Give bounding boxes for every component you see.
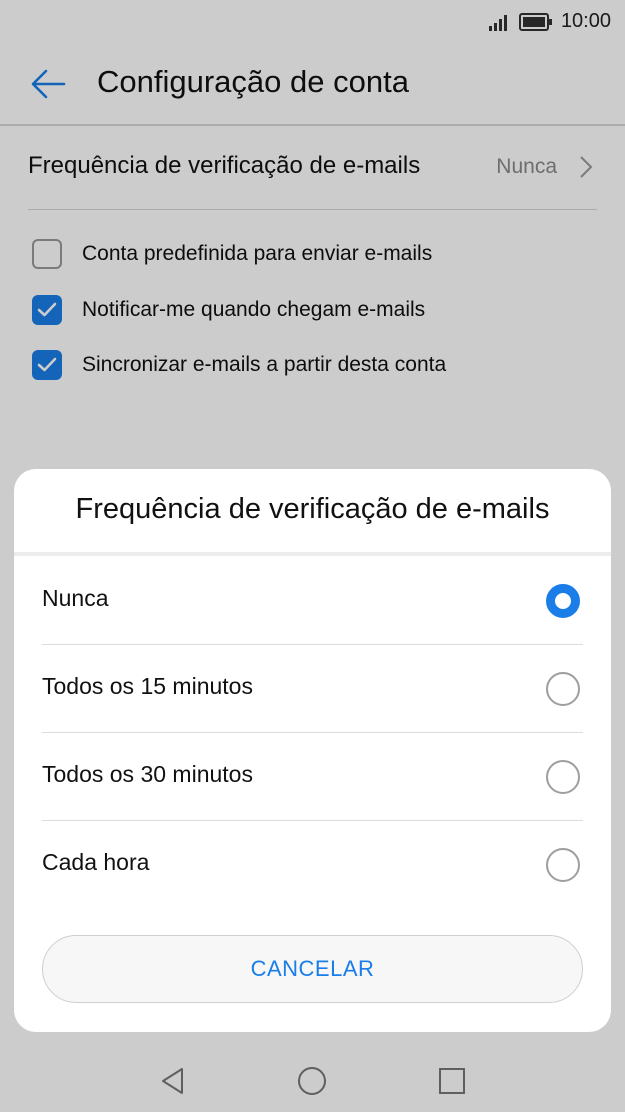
option-30-minutes[interactable]: Todos os 30 minutos <box>42 732 583 821</box>
option-label: Todos os 15 minutos <box>42 673 253 699</box>
radio-unselected[interactable] <box>546 672 580 706</box>
radio-unselected[interactable] <box>546 760 580 794</box>
option-label: Todos os 30 minutos <box>42 761 253 787</box>
option-label: Cada hora <box>42 849 150 875</box>
dialog-title: Frequência de verificação de e-mails <box>75 493 550 525</box>
cancel-button[interactable]: CANCELAR <box>42 935 583 1003</box>
option-label: Nunca <box>42 585 109 611</box>
screen: 10:00 Configuração de conta Frequência d… <box>0 0 625 1112</box>
option-15-minutes[interactable]: Todos os 15 minutos <box>42 644 583 733</box>
option-never[interactable]: Nunca <box>42 556 583 645</box>
radio-unselected[interactable] <box>546 848 580 882</box>
radio-selected[interactable] <box>546 584 580 618</box>
option-every-hour[interactable]: Cada hora <box>42 820 583 908</box>
frequency-dialog: Frequência de verificação de e-mails Nun… <box>14 469 611 1032</box>
